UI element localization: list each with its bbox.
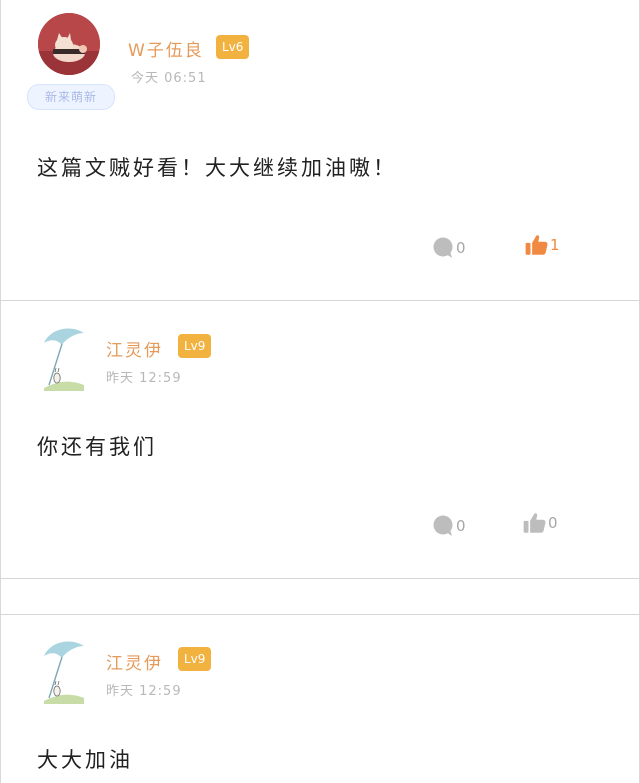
divider bbox=[0, 578, 640, 579]
comment-card: 新来萌新 W子伍良 Lv6 今天 06:51 这篇文贼好看！大大继续加油嗷！ 0… bbox=[0, 0, 640, 300]
timestamp: 今天 06:51 bbox=[131, 71, 207, 86]
thumbs-up-icon bbox=[523, 513, 546, 533]
thumbs-up-filled-icon bbox=[525, 235, 548, 255]
comment-text: 大大加油 bbox=[37, 748, 133, 772]
comment-card: 江灵伊 Lv9 昨天 12:59 你还有我们 0 0 bbox=[0, 301, 640, 578]
avatar-umbrella-illustration-icon bbox=[44, 641, 84, 704]
reply-count: 0 bbox=[456, 517, 466, 535]
comment-bubble-icon bbox=[433, 237, 453, 258]
avatar-cat-illustration-icon bbox=[38, 13, 100, 75]
username[interactable]: 江灵伊 bbox=[106, 649, 163, 674]
avatar[interactable] bbox=[40, 325, 88, 391]
level-badge: Lv9 bbox=[178, 334, 212, 358]
avatar-umbrella-illustration-icon bbox=[44, 328, 84, 391]
comment-text: 这篇文贼好看！大大继续加油嗷！ bbox=[37, 156, 397, 180]
avatar[interactable] bbox=[40, 638, 88, 704]
username[interactable]: 江灵伊 bbox=[106, 336, 163, 361]
reply-button[interactable]: 0 bbox=[432, 514, 466, 538]
comment-bubble-icon bbox=[433, 515, 453, 536]
timestamp: 昨天 12:59 bbox=[106, 371, 182, 386]
reply-count: 0 bbox=[456, 239, 466, 257]
like-count: 1 bbox=[550, 236, 560, 254]
comment-card: 江灵伊 Lv9 昨天 12:59 大大加油 bbox=[0, 614, 640, 783]
timestamp: 昨天 12:59 bbox=[106, 684, 182, 699]
level-badge: Lv6 bbox=[216, 35, 250, 59]
comment-text: 你还有我们 bbox=[37, 435, 157, 459]
like-button[interactable]: 0 bbox=[522, 510, 558, 536]
username[interactable]: W子伍良 bbox=[128, 36, 204, 61]
like-button[interactable]: 1 bbox=[524, 232, 560, 258]
newbie-badge: 新来萌新 bbox=[27, 84, 115, 110]
level-badge: Lv9 bbox=[178, 647, 212, 671]
reply-button[interactable]: 0 bbox=[432, 236, 466, 260]
avatar[interactable] bbox=[38, 13, 100, 75]
like-count: 0 bbox=[548, 514, 558, 532]
